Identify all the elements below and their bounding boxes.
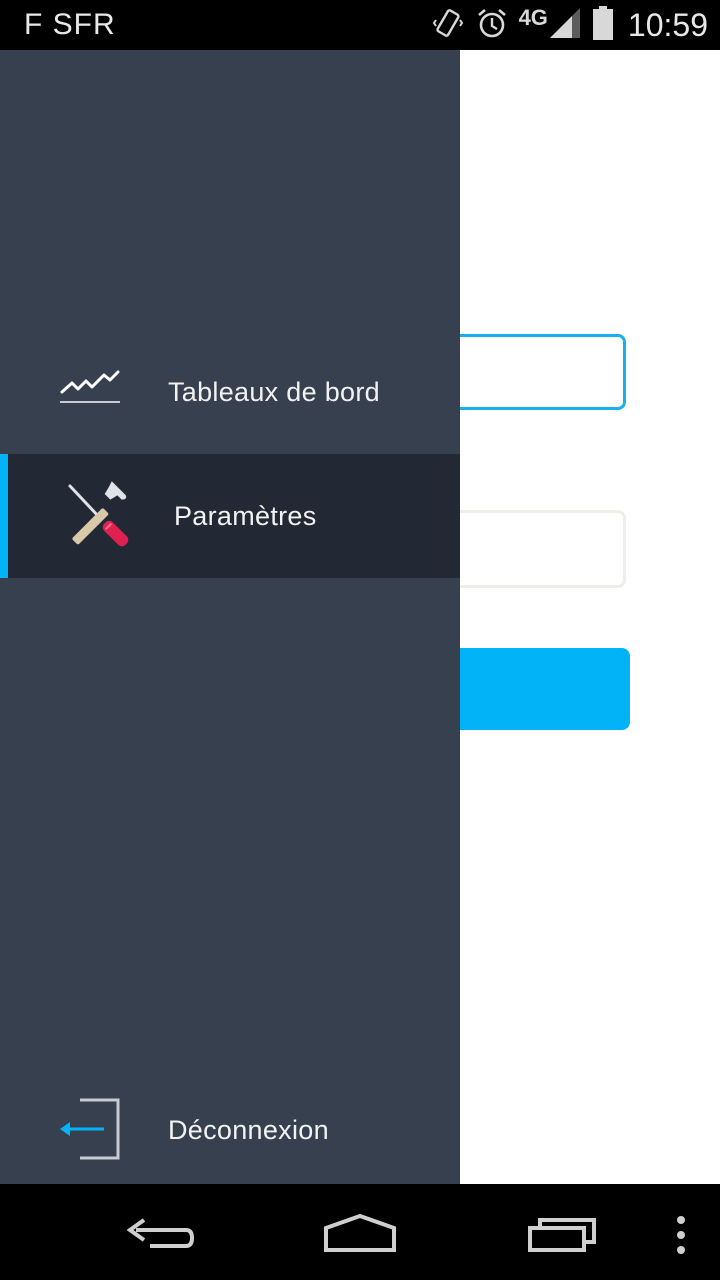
network-type-label: 4G: [518, 5, 548, 30]
home-icon[interactable]: [320, 1198, 400, 1268]
signal-icon: [548, 6, 582, 45]
clock: 10:59: [627, 6, 708, 43]
recents-icon[interactable]: [524, 1198, 604, 1268]
logout-icon: [56, 1094, 128, 1166]
navigation-drawer: Tableaux de bord Paramètres Déconnexion: [0, 50, 460, 1184]
drawer-item-label: Paramètres: [174, 500, 317, 531]
vibrate-icon: [431, 6, 465, 45]
alarm-icon: [475, 6, 509, 45]
battery-icon: [592, 5, 614, 46]
system-navigation-bar: [0, 1184, 720, 1280]
drawer-item-settings[interactable]: Paramètres: [0, 454, 460, 578]
dashboard-chart-icon: [56, 356, 128, 428]
drawer-item-logout[interactable]: Déconnexion: [0, 1068, 460, 1192]
tools-icon: [64, 480, 136, 552]
back-icon[interactable]: [120, 1198, 200, 1268]
drawer-item-dashboards[interactable]: Tableaux de bord: [0, 330, 460, 454]
overflow-menu-icon[interactable]: [666, 1198, 696, 1268]
drawer-item-label: Déconnexion: [168, 1114, 329, 1145]
status-bar: F SFR 4G 10:59: [0, 0, 720, 50]
drawer-item-label: Tableaux de bord: [168, 376, 380, 407]
status-icons: 4G 10:59: [431, 4, 708, 46]
selected-indicator: [0, 454, 8, 578]
screen: F SFR 4G 10:59 Tableaux de bord Paramètr…: [0, 0, 720, 1280]
carrier-label: F SFR: [24, 8, 116, 41]
